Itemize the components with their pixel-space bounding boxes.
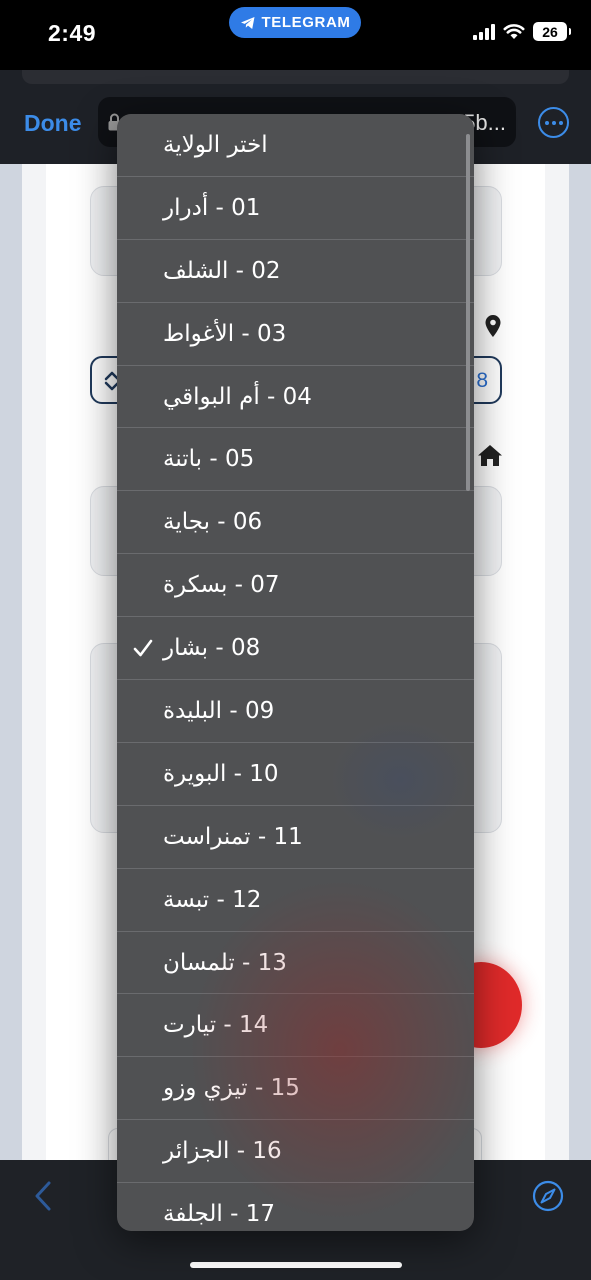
picker-option[interactable]: 06 - بجاية (117, 491, 474, 555)
picker-option-label: 05 - باتنة (163, 446, 255, 473)
picker-option[interactable]: 04 - أم البواقي (117, 366, 474, 429)
picker-option[interactable]: 09 - البليدة (117, 680, 474, 743)
picker-option-label: 08 - بشار (163, 635, 261, 662)
location-pin-icon (485, 315, 501, 337)
compass-icon[interactable] (532, 1180, 564, 1212)
back-icon[interactable] (34, 1180, 52, 1212)
picker-option-label: 02 - الشلف (163, 257, 281, 284)
picker-option[interactable]: 12 - تبسة (117, 869, 474, 932)
picker-option-label: 04 - أم البواقي (163, 383, 312, 410)
checkmark-icon (133, 639, 153, 657)
picker-option[interactable]: 07 - بسكرة (117, 554, 474, 618)
telegram-label: TELEGRAM (261, 14, 351, 31)
picker-option-label: 06 - بجاية (163, 509, 263, 536)
picker-option-label: اختر الولاية (163, 132, 268, 158)
picker-option-label: 14 - تيارت (163, 1012, 269, 1039)
picker-option-label: 12 - تبسة (163, 886, 262, 913)
picker-option[interactable]: 14 - تيارت (117, 994, 474, 1058)
picker-option[interactable]: 11 - تمنراست (117, 806, 474, 869)
picker-option[interactable]: 17 - الجلفة (117, 1183, 474, 1231)
cellular-signal-icon (473, 23, 495, 40)
wifi-icon (503, 23, 525, 40)
more-options-button[interactable] (538, 107, 569, 138)
picker-option[interactable]: 16 - الجزائر (117, 1120, 474, 1184)
picker-option[interactable]: 13 - تلمسان (117, 932, 474, 995)
picker-option-label: 10 - البويرة (163, 760, 279, 787)
status-bar: 2:49 TELEGRAM 26 (0, 0, 591, 70)
picker-option-label: 07 - بسكرة (163, 572, 280, 599)
picker-option-label: 03 - الأغواط (163, 320, 287, 347)
status-indicators: 26 (473, 22, 571, 41)
picker-option[interactable]: 01 - أدرار (117, 177, 474, 240)
home-icon (478, 445, 502, 466)
picker-option[interactable]: 15 - تيزي وزو (117, 1057, 474, 1121)
picker-option-label: 13 - تلمسان (163, 949, 287, 976)
picker-list: اختر الولاية 01 - أدرار 02 - الشلف 03 - الأ… (117, 114, 474, 1231)
select-value: 8 (476, 369, 488, 392)
picker-option-label: 15 - تيزي وزو (163, 1075, 300, 1102)
telegram-return-pill[interactable]: TELEGRAM (229, 7, 361, 38)
picker-option[interactable]: 08 - بشار (117, 617, 474, 681)
picker-option[interactable]: 05 - باتنة (117, 428, 474, 492)
picker-option-label: 11 - تمنراست (163, 823, 303, 850)
picker-option-label: 17 - الجلفة (163, 1201, 276, 1228)
home-indicator (190, 1262, 402, 1268)
picker-option[interactable]: اختر الولاية (117, 114, 474, 177)
battery-level: 26 (542, 23, 558, 40)
telegram-icon (240, 16, 255, 29)
status-time: 2:49 (48, 20, 97, 46)
done-button[interactable]: Done (24, 110, 82, 137)
picker-scrollbar[interactable] (466, 134, 470, 491)
battery-icon: 26 (533, 22, 571, 41)
wilaya-picker[interactable]: اختر الولاية 01 - أدرار 02 - الشلف 03 - الأ… (117, 114, 474, 1231)
picker-option[interactable]: 10 - البويرة (117, 743, 474, 806)
picker-option-label: 01 - أدرار (163, 194, 261, 221)
picker-option[interactable]: 03 - الأغواط (117, 303, 474, 366)
picker-option-label: 09 - البليدة (163, 698, 275, 725)
picker-option[interactable]: 02 - الشلف (117, 240, 474, 303)
picker-option-label: 16 - الجزائر (163, 1138, 282, 1165)
